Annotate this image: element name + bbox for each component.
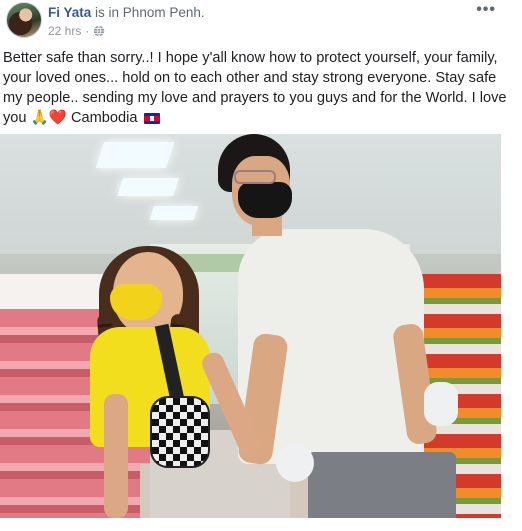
- location-text: is in Phnom Penh.: [95, 5, 205, 20]
- ceiling-light: [95, 142, 175, 168]
- author-name-link[interactable]: Fi Yata: [48, 5, 91, 20]
- cambodia-flag-icon: [143, 112, 160, 124]
- girl-arm-left: [104, 394, 128, 518]
- post-text: Better safe than sorry..! I hope y'all k…: [3, 48, 508, 128]
- boy-glasses: [234, 170, 276, 184]
- heart-emoji-icon: ❤️: [48, 110, 67, 127]
- meta-separator: ·: [85, 24, 90, 38]
- author-avatar[interactable]: [6, 2, 42, 38]
- held-hands-gloved: [276, 444, 314, 482]
- ceiling-light: [149, 206, 199, 220]
- country-text: Cambodia: [66, 110, 142, 126]
- more-options-button[interactable]: •••: [476, 1, 496, 19]
- post-header: Fi Yata is in Phnom Penh.: [48, 4, 205, 21]
- post-meta: 22 hrs ·: [48, 24, 105, 38]
- boy-gloved-hand: [424, 382, 458, 426]
- ceiling-light: [117, 178, 179, 196]
- checkered-bag: [150, 396, 210, 468]
- facebook-post: Fi Yata is in Phnom Penh. 22 hrs · ••• B…: [0, 0, 522, 531]
- pray-emoji-icon: 🙏: [30, 110, 49, 127]
- girl-yellow-mask: [110, 284, 162, 320]
- post-photo[interactable]: [0, 134, 501, 518]
- boy-black-mask: [238, 182, 292, 218]
- globe-icon[interactable]: [93, 25, 105, 37]
- post-timestamp[interactable]: 22 hrs: [48, 24, 81, 38]
- boy-pants: [308, 452, 456, 518]
